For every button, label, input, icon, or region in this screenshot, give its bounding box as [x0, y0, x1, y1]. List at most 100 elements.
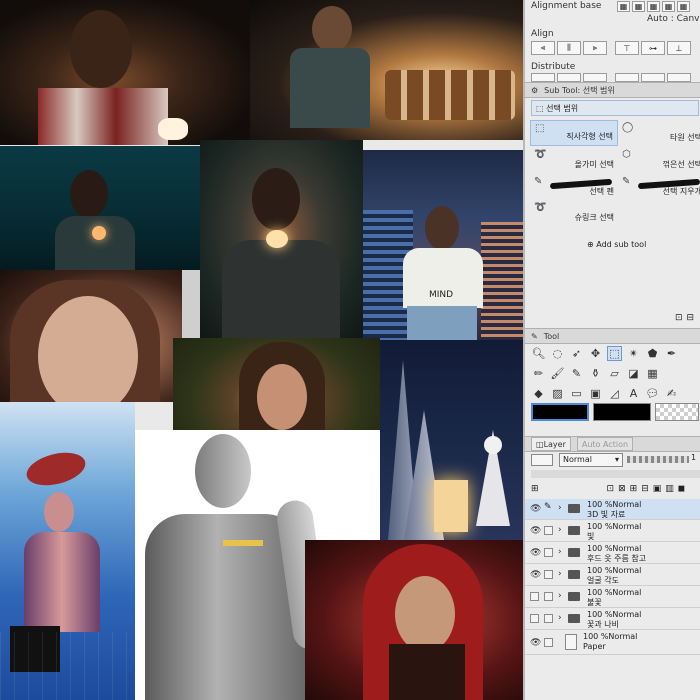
draft-icon[interactable]: ⊞	[630, 484, 638, 494]
lasso-select-icon: ➰	[534, 149, 547, 160]
transparency-lock-icon[interactable]: ◼	[678, 484, 685, 494]
visibility-eye-icon[interactable]: 👁︎	[530, 548, 541, 558]
align-grid-icon[interactable]: ▦	[647, 1, 660, 12]
correct-line-icon[interactable]: ✍	[664, 386, 679, 401]
align-right-icon[interactable]: ⫸	[583, 41, 607, 55]
rotate-icon[interactable]: ◌	[550, 346, 565, 361]
layer-checkbox[interactable]	[544, 638, 553, 647]
brush-icon[interactable]: 🖌︎	[550, 366, 565, 381]
chevron-right-icon[interactable]: ›	[558, 613, 562, 623]
move-icon[interactable]: ✥	[588, 346, 603, 361]
fill-icon[interactable]: ▦	[645, 366, 660, 381]
tool-panel-header[interactable]: ✎ Tool	[525, 328, 700, 344]
mask-icon[interactable]: ⊟	[641, 484, 649, 494]
airbrush-icon[interactable]: ✎	[569, 366, 584, 381]
selection-tool-icon[interactable]: ⬚	[607, 346, 622, 361]
chevron-right-icon[interactable]: ›	[558, 569, 562, 579]
subtool-lasso-select[interactable]: ➰ 올가미 선택	[530, 147, 618, 173]
selection-pen-icon: ✎	[534, 176, 543, 187]
layer-row[interactable]: 👁︎ › 100 %Normal 얼굴 각도	[525, 565, 700, 586]
auto-action-tab[interactable]: Auto Action	[576, 437, 634, 451]
subtool-selection-eraser[interactable]: ✎ 선택 지우개	[618, 174, 700, 200]
layer-row[interactable]: 👁︎ › 100 %Normal 후드 옷 주름 참고	[525, 543, 700, 564]
chevron-right-icon[interactable]: ›	[558, 525, 562, 535]
subtool-ellipse-select[interactable]: ◯ 타원 선택	[618, 120, 700, 146]
subtool-rect-select[interactable]: ⬚ 직사각형 선택	[530, 120, 618, 146]
pencil-icon[interactable]: ✏	[531, 366, 546, 381]
new-subtool-icon[interactable]: ⊡	[675, 313, 683, 323]
chevron-right-icon[interactable]: ›	[558, 591, 562, 601]
align-top-icon[interactable]: ⊤	[615, 41, 639, 55]
auto-select-icon[interactable]: ✴	[626, 346, 641, 361]
align-grid-icon[interactable]: ▦	[662, 1, 675, 12]
visibility-eye-icon[interactable]: 👁︎	[530, 638, 541, 648]
transparent-color-swatch[interactable]	[655, 403, 699, 421]
blend-icon[interactable]: ◪	[626, 366, 641, 381]
sub-color-swatch[interactable]	[593, 403, 651, 421]
align-middle-icon[interactable]: ⊶	[641, 41, 665, 55]
visibility-eye-icon[interactable]: 👁︎	[530, 504, 541, 514]
layer-row[interactable]: 👁︎ 100 %Normal Paper	[525, 631, 700, 655]
layer-row[interactable]: 👁︎ ✎ › 100 %Normal 3D 빛 자료	[525, 499, 700, 520]
frame-icon[interactable]: ▣	[588, 386, 603, 401]
palette-icon[interactable]: ▣	[653, 484, 662, 494]
balloon-icon[interactable]: 💬︎	[645, 386, 660, 401]
layer-tool-icons: ⊞ ⊡ ⊠ ⊞ ⊟ ▣ ▥ ◼	[531, 484, 685, 494]
distribute-icon[interactable]	[531, 73, 555, 82]
clip-icon[interactable]: ⊡	[607, 484, 615, 494]
align-grid-icon[interactable]: ▦	[617, 1, 630, 12]
align-left-icon[interactable]: ⫷	[531, 41, 555, 55]
layer-row[interactable]: › 100 %Normal 꽃과 나비	[525, 609, 700, 630]
layer-checkbox[interactable]	[544, 570, 553, 579]
layer-color-dropdown[interactable]	[531, 454, 553, 466]
opacity-slider[interactable]	[627, 456, 689, 463]
main-color-swatch[interactable]	[531, 403, 589, 421]
subtool-group-tab[interactable]: ⬚ 선택 범위	[531, 100, 699, 116]
align-bottom-icon[interactable]: ⊥	[667, 41, 691, 55]
gradient-icon[interactable]: ▨	[550, 386, 565, 401]
visibility-eye-icon[interactable]: 👁︎	[530, 526, 541, 536]
align-grid-icon[interactable]: ▦	[632, 1, 645, 12]
canvas-area[interactable]: MIND	[0, 0, 523, 700]
delete-subtool-icon[interactable]: ⊟	[687, 313, 695, 323]
layer-row[interactable]: › 100 %Normal 불꽃	[525, 587, 700, 608]
visibility-checkbox[interactable]	[530, 592, 539, 601]
layer-checkbox[interactable]	[544, 526, 553, 535]
subtool-panel-header[interactable]: ⚙ Sub Tool: 선택 범위	[525, 82, 700, 98]
visibility-checkbox[interactable]	[530, 614, 539, 623]
pen-icon[interactable]: ✒	[664, 346, 679, 361]
distribute-icon[interactable]	[557, 73, 581, 82]
distribute-icon[interactable]	[641, 73, 665, 82]
layer-lock-icon[interactable]: ⊞	[531, 484, 539, 494]
subtool-polyline-select[interactable]: ⬡ 꺾은선 선택	[618, 147, 700, 173]
figure-icon[interactable]: ▭	[569, 386, 584, 401]
distribute-icon[interactable]	[667, 73, 691, 82]
add-subtool-button[interactable]: ⊕ Add sub tool	[587, 240, 646, 249]
chevron-right-icon[interactable]: ›	[558, 503, 562, 513]
decoration-icon[interactable]: ⚱	[588, 366, 603, 381]
zoom-icon[interactable]: 🔍︎	[531, 346, 546, 361]
visibility-eye-icon[interactable]: 👁︎	[530, 570, 541, 580]
text-icon[interactable]: A	[626, 386, 641, 401]
alignment-base-value[interactable]: Auto : Canv	[647, 14, 699, 24]
align-center-icon[interactable]: ⫼	[557, 41, 581, 55]
distribute-icon[interactable]	[615, 73, 639, 82]
align-grid-icon[interactable]: ▦	[677, 1, 690, 12]
eraser-icon[interactable]: ▱	[607, 366, 622, 381]
layer-row[interactable]: 👁︎ › 100 %Normal 빛	[525, 521, 700, 542]
ruler-icon[interactable]: ◿	[607, 386, 622, 401]
blend-mode-dropdown[interactable]: Normal ▾	[559, 453, 623, 467]
subtool-selection-pen[interactable]: ✎ 선택 펜	[530, 174, 618, 200]
reference-icon[interactable]: ⊠	[618, 484, 626, 494]
layer-checkbox[interactable]	[544, 592, 553, 601]
layer-checkbox[interactable]	[544, 548, 553, 557]
fill-bucket-icon[interactable]: ◆	[531, 386, 546, 401]
object-icon[interactable]: ➶	[569, 346, 584, 361]
subtool-shrink-select[interactable]: ➰ 슈링크 선택	[530, 200, 618, 226]
lock-icon[interactable]: ▥	[665, 484, 674, 494]
chevron-right-icon[interactable]: ›	[558, 547, 562, 557]
eyedropper-icon[interactable]: ⬟	[645, 346, 660, 361]
distribute-icon[interactable]	[583, 73, 607, 82]
layer-checkbox[interactable]	[544, 614, 553, 623]
layer-tab[interactable]: ◫ Layer	[531, 437, 571, 451]
